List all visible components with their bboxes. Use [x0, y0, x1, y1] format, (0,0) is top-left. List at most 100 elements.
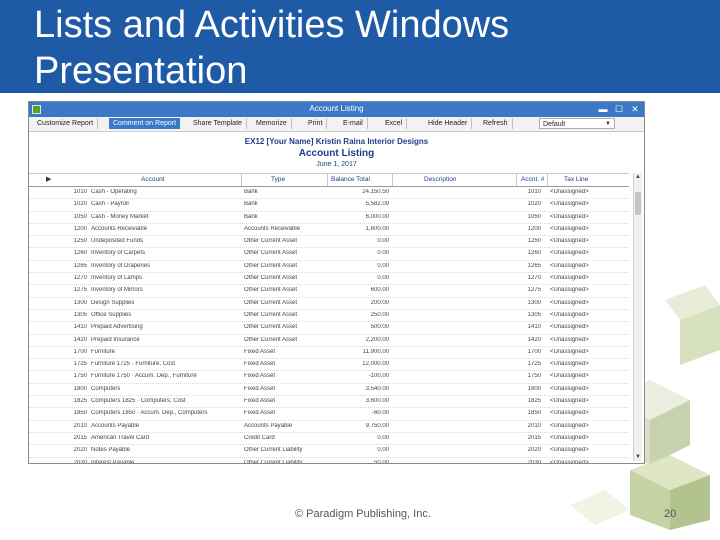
row-balance: 12,000.00 — [362, 361, 389, 368]
customize-report-button[interactable]: Customize Report — [33, 118, 99, 129]
col-header-type[interactable]: Type — [271, 176, 285, 183]
table-row[interactable]: 1410 Prepaid Advertising Other Current Ass… — [29, 322, 629, 335]
table-row[interactable]: 1020 Cash - Payroll Bank 5,582.09 1020 <Unass… — [29, 199, 629, 212]
row-tax-line: <Unassigned> — [550, 311, 589, 318]
row-tax-line: <Unassigned> — [550, 410, 589, 417]
row-account-type: Bank — [244, 213, 258, 220]
print-button[interactable]: Print — [304, 118, 328, 129]
comment-on-report-button[interactable]: Comment on Report — [109, 118, 181, 129]
slide-title-line-1: Lists and Activities Windows — [34, 4, 510, 46]
row-account-type: Bank — [244, 189, 258, 195]
row-accnt-number: 1300 — [527, 299, 541, 306]
email-button[interactable]: E-mail — [339, 118, 368, 129]
row-account-name: Computers — [91, 385, 121, 392]
col-header-account-number[interactable]: Accnt. # — [521, 176, 544, 183]
row-tax-line: <Unassigned> — [550, 213, 589, 220]
row-account-number: 1050 — [73, 213, 87, 220]
row-account-number: 1725 — [73, 361, 87, 368]
col-header-balance-total[interactable]: Balance Total — [331, 176, 370, 183]
table-row[interactable]: 1850 Computers 1850 · Accum. Dep., Comput… — [29, 408, 629, 421]
scroll-up-icon[interactable]: ▲ — [634, 173, 642, 181]
report-date: June 1, 2017 — [316, 161, 357, 168]
table-row[interactable]: 1800 Computers Fixed Asset 3,540.00 1800 <Una… — [29, 384, 629, 397]
row-account-type: Other Current Asset — [244, 262, 298, 269]
vertical-scrollbar[interactable]: ▲ ▼ — [633, 173, 642, 461]
close-icon[interactable]: ✕ — [630, 103, 640, 115]
window-titlebar: Account Listing ▬ ☐ ✕ — [29, 102, 644, 117]
row-accnt-number: 1250 — [527, 238, 541, 245]
account-table: Account Type Balance Total Description A… — [29, 173, 629, 464]
row-account-name: Cash - Operating — [91, 189, 137, 195]
row-account-type: Other Current Liability — [244, 447, 303, 454]
table-row[interactable]: 1725 Furniture 1725 · Furniture, Cost Fixe… — [29, 359, 629, 372]
row-account-number: 1305 — [73, 311, 87, 318]
hide-header-button[interactable]: Hide Header — [424, 118, 473, 129]
scroll-down-icon[interactable]: ▼ — [634, 453, 642, 461]
row-balance: 5,582.09 — [365, 201, 389, 208]
row-accnt-number: 2015 — [527, 434, 541, 441]
row-accnt-number: 1800 — [527, 385, 541, 392]
col-header-tax-line[interactable]: Tax Line — [564, 176, 588, 183]
report-title: Account Listing — [298, 148, 375, 159]
table-row[interactable]: 1420 Prepaid Insurance Other Current Asset… — [29, 335, 629, 347]
dates-dropdown[interactable]: Default ▼ — [539, 118, 615, 129]
table-row[interactable]: 1750 Furniture 1750 · Accum. Dep., Furnit… — [29, 371, 629, 384]
row-account-name: Computers 1850 · Accum. Dep., Computers — [91, 410, 208, 417]
row-account-name: Design Supplies — [91, 299, 135, 306]
row-tax-line: <Unassigned> — [550, 299, 589, 306]
excel-button[interactable]: Excel — [381, 118, 408, 129]
refresh-button[interactable]: Refresh — [479, 118, 513, 129]
chevron-down-icon: ▼ — [605, 121, 611, 127]
row-accnt-number: 1270 — [527, 275, 541, 282]
maximize-icon[interactable]: ☐ — [614, 103, 624, 115]
row-account-name: Furniture 1725 · Furniture, Cost — [91, 361, 176, 368]
table-row[interactable]: 2030 Interest Payable Other Current Liabil… — [29, 458, 629, 464]
row-account-number: 1265 — [73, 262, 87, 269]
row-balance: 0.00 — [377, 238, 389, 245]
row-account-type: Fixed Asset — [244, 398, 276, 405]
table-row[interactable]: 1260 Inventory of Carpets Other Current As… — [29, 248, 629, 261]
row-accnt-number: 1850 — [527, 410, 541, 417]
table-row[interactable]: 1700 Furniture Fixed Asset 11,900.00 1700 <Un… — [29, 347, 629, 360]
col-header-account[interactable]: Account — [141, 176, 165, 183]
table-row[interactable]: 1010 Cash - Operating Bank 24,150.50 1010 <Un… — [29, 187, 629, 200]
table-row[interactable]: 1200 Accounts Receivable Accounts Receivab… — [29, 224, 629, 237]
row-account-type: Other Current Asset — [244, 238, 298, 245]
row-account-number: 2010 — [73, 422, 87, 429]
table-row[interactable]: 1275 Inventory of Mirrors Other Current As… — [29, 285, 629, 298]
row-account-name: Notes Payable — [91, 447, 131, 454]
row-balance: 9,750.00 — [365, 422, 389, 429]
row-account-name: Interest Payable — [91, 459, 135, 464]
row-account-number: 1750 — [73, 373, 87, 380]
table-row[interactable]: 2015 American Travel Card Credit Card 0.00 2… — [29, 433, 629, 446]
row-account-type: Other Current Asset — [244, 275, 298, 282]
col-header-description[interactable]: Description — [424, 176, 457, 183]
row-account-name: Inventory of Carpets — [91, 250, 146, 257]
row-account-type: Other Current Asset — [244, 299, 298, 306]
row-balance: 6,000.00 — [365, 213, 389, 220]
table-row[interactable]: 1250 Undeposited Funds Other Current Asset… — [29, 236, 629, 249]
table-row[interactable]: 1270 Inventory of Lamps Other Current Asse… — [29, 273, 629, 286]
table-row[interactable]: 1265 Inventory of Draperies Other Current … — [29, 261, 629, 274]
table-row[interactable]: 1300 Design Supplies Other Current Asset 20… — [29, 298, 629, 310]
row-account-name: Accounts Receivable — [91, 225, 148, 232]
row-account-number: 1410 — [73, 324, 87, 331]
account-listing-window: Account Listing ▬ ☐ ✕ Customize Report C… — [28, 101, 645, 464]
row-account-name: Inventory of Lamps — [91, 275, 143, 282]
row-tax-line: <Unassigned> — [550, 275, 589, 282]
minimize-icon[interactable]: ▬ — [598, 103, 608, 115]
table-row[interactable]: 1050 Cash - Money Market Bank 6,000.00 1050 <… — [29, 212, 629, 224]
row-account-number: 1250 — [73, 238, 87, 245]
row-tax-line: <Unassigned> — [550, 201, 589, 208]
scroll-thumb[interactable] — [635, 192, 641, 215]
row-balance: 3,600.00 — [365, 398, 389, 405]
table-row[interactable]: 1305 Office Supplies Other Current Asset 25… — [29, 310, 629, 323]
row-tax-line: <Unassigned> — [550, 225, 589, 232]
share-template-button[interactable]: Share Template — [189, 118, 247, 129]
row-balance: 24,150.50 — [362, 189, 389, 195]
memorize-button[interactable]: Memorize — [252, 118, 292, 129]
table-row[interactable]: 1825 Computers 1825 · Computers, Cost Fixe… — [29, 396, 629, 409]
row-accnt-number: 1265 — [527, 262, 541, 269]
table-row[interactable]: 2020 Notes Payable Other Current Liability… — [29, 445, 629, 458]
table-row[interactable]: 2010 Accounts Payable Accounts Payable 9,75… — [29, 421, 629, 433]
